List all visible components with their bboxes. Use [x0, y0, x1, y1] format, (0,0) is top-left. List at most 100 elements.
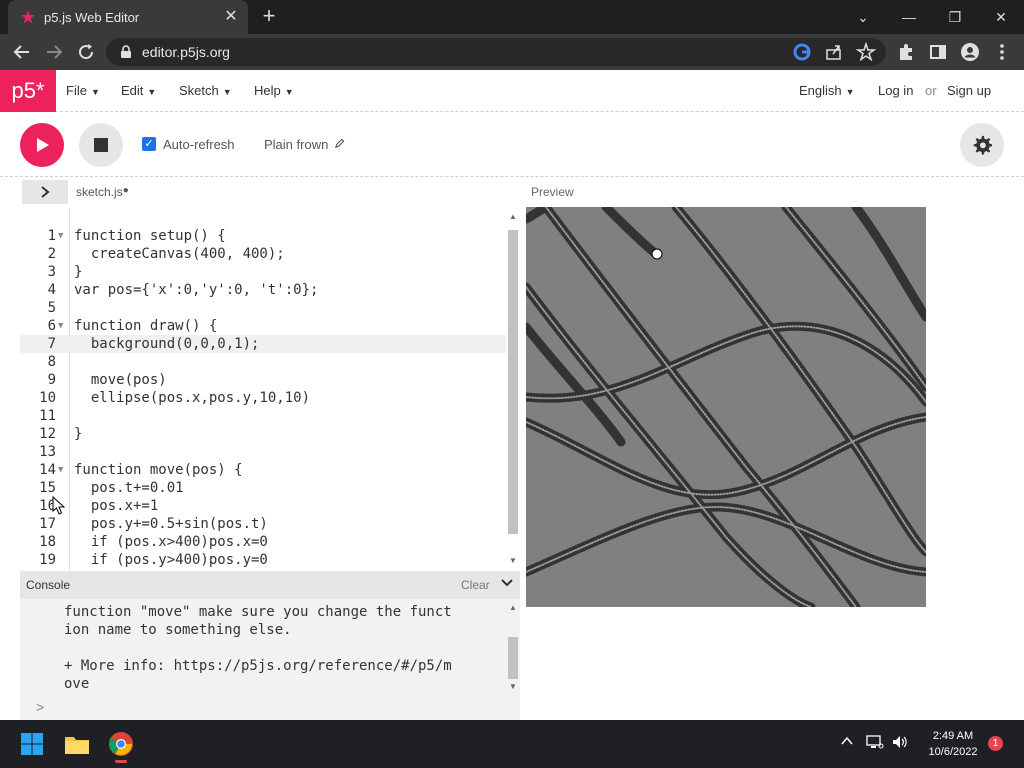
extensions-puzzle-icon[interactable]: [896, 42, 916, 62]
fold-arrow-icon[interactable]: ▼: [58, 227, 63, 245]
sketch-output-drawing: [526, 207, 926, 607]
code-editor[interactable]: 1 ▼ function setup() {2 createCanvas(400, …: [20, 208, 520, 570]
mouse-cursor-icon: [52, 496, 66, 515]
chevron-up-icon[interactable]: [838, 734, 856, 752]
code-line[interactable]: 15 pos.t+=0.01: [20, 479, 506, 497]
url-bar[interactable]: editor.p5js.org: [106, 38, 886, 66]
close-window-button[interactable]: ✕: [978, 0, 1024, 34]
chevron-down-icon: ▼: [284, 87, 294, 97]
volume-icon[interactable]: [891, 734, 909, 752]
chevron-down-icon: ▼: [90, 87, 100, 97]
stop-button[interactable]: [79, 123, 123, 167]
code-text: }: [74, 264, 83, 280]
language-select[interactable]: English ▼: [799, 83, 855, 98]
fold-arrow-icon[interactable]: ▼: [58, 461, 63, 479]
console-input[interactable]: >: [20, 696, 520, 720]
login-link[interactable]: Log in: [878, 83, 913, 98]
p5-favicon-icon: [21, 10, 35, 24]
tab-close-icon[interactable]: ✕: [222, 8, 240, 26]
console-scroll-thumb[interactable]: [508, 637, 518, 679]
console-collapse-icon[interactable]: [500, 576, 514, 593]
sketch-toolbar: ✓ Auto-refresh Plain frown: [0, 113, 1024, 177]
notification-badge[interactable]: 1: [988, 736, 1003, 751]
code-line[interactable]: 11: [20, 407, 506, 425]
scroll-up-icon[interactable]: ▲: [508, 603, 518, 612]
line-number: 15: [39, 480, 56, 496]
editor-scroll-thumb[interactable]: [508, 230, 518, 534]
code-line[interactable]: 1 ▼ function setup() {: [20, 227, 506, 245]
bookmark-star-icon[interactable]: [855, 41, 877, 62]
system-clock[interactable]: 2:49 AM 10/6/2022: [918, 728, 988, 760]
clock-time: 2:49 AM: [932, 730, 974, 742]
new-tab-button[interactable]: +: [258, 5, 280, 28]
code-line[interactable]: 9 move(pos): [20, 371, 506, 389]
or-text: or: [925, 83, 937, 98]
code-line[interactable]: 4 var pos={'x':0,'y':0, 't':0};: [20, 281, 506, 299]
code-line[interactable]: 13: [20, 443, 506, 461]
sketch-name[interactable]: Plain frown: [264, 137, 345, 152]
gear-icon: [973, 135, 993, 155]
tab-search-icon[interactable]: ⌄: [840, 0, 886, 34]
line-number: 1: [47, 228, 56, 244]
reload-icon[interactable]: [74, 40, 98, 64]
console-scrollbar[interactable]: ▲ ▼: [506, 599, 520, 696]
sidebar-toggle-button[interactable]: [22, 180, 68, 204]
code-text: pos.t+=0.01: [74, 480, 184, 496]
line-number: 19: [39, 552, 56, 568]
play-button[interactable]: [20, 123, 64, 167]
menu-sketch[interactable]: Sketch ▼: [179, 83, 232, 98]
scroll-down-icon[interactable]: ▼: [508, 682, 518, 691]
share-icon[interactable]: [824, 42, 844, 62]
lock-icon: [121, 45, 131, 58]
chrome-icon[interactable]: [108, 731, 134, 763]
code-line[interactable]: 2 createCanvas(400, 400);: [20, 245, 506, 263]
code-line[interactable]: 16 pos.x+=1: [20, 497, 506, 515]
windows-start-icon[interactable]: [20, 732, 44, 756]
menu-edit[interactable]: Edit ▼: [121, 83, 156, 98]
browser-menu-icon[interactable]: [992, 42, 1012, 62]
scroll-down-icon[interactable]: ▼: [508, 556, 518, 565]
code-line[interactable]: 17 pos.y+=0.5+sin(pos.t): [20, 515, 506, 533]
preview-canvas[interactable]: [526, 207, 926, 607]
back-arrow-icon[interactable]: [10, 40, 34, 64]
windows-taskbar: 2:49 AM 10/6/2022: [0, 720, 1024, 768]
forward-arrow-icon[interactable]: [42, 40, 66, 64]
file-tab-sketch-js[interactable]: sketch.js●: [76, 185, 129, 199]
code-line[interactable]: 7 background(0,0,0,1);: [20, 335, 506, 353]
unsaved-dot: ●: [122, 185, 129, 196]
line-number: 3: [47, 264, 56, 280]
code-line[interactable]: 10 ellipse(pos.x,pos.y,10,10): [20, 389, 506, 407]
network-icon[interactable]: [866, 734, 884, 752]
menu-file[interactable]: File ▼: [66, 83, 100, 98]
minimize-button[interactable]: —: [886, 0, 932, 34]
scroll-up-icon[interactable]: ▲: [508, 212, 518, 221]
restore-button[interactable]: ❐: [932, 0, 978, 34]
file-explorer-icon[interactable]: [64, 732, 90, 756]
menu-help[interactable]: Help ▼: [254, 83, 294, 98]
line-number: 10: [39, 390, 56, 406]
code-line[interactable]: 14 ▼ function move(pos) {: [20, 461, 506, 479]
auto-refresh-label: Auto-refresh: [163, 137, 235, 152]
profile-avatar-icon[interactable]: [960, 42, 980, 62]
code-text: function move(pos) {: [74, 462, 243, 478]
code-line[interactable]: 5: [20, 299, 506, 317]
settings-button[interactable]: [960, 123, 1004, 167]
code-line[interactable]: 3}: [20, 263, 506, 281]
code-line[interactable]: 19 if (pos.y>400)pos.y=0: [20, 551, 506, 569]
side-panel-icon[interactable]: [928, 42, 948, 62]
fold-arrow-icon[interactable]: ▼: [58, 317, 63, 335]
auto-refresh-checkbox[interactable]: ✓: [142, 137, 156, 151]
browser-tab[interactable]: p5.js Web Editor ✕: [8, 0, 248, 34]
line-number: 14: [39, 462, 56, 478]
code-line[interactable]: 18 if (pos.x>400)pos.x=0: [20, 533, 506, 551]
line-number: 16: [39, 498, 56, 514]
google-icon[interactable]: [792, 42, 812, 62]
code-line[interactable]: 6 ▼ function draw() {: [20, 317, 506, 335]
code-line[interactable]: 8: [20, 353, 506, 371]
code-line[interactable]: 12}: [20, 425, 506, 443]
signup-link[interactable]: Sign up: [947, 83, 991, 98]
editor-scrollbar[interactable]: ▲ ▼: [506, 208, 520, 570]
console-clear-button[interactable]: Clear: [461, 578, 490, 592]
code-text: function draw() {: [74, 318, 218, 334]
p5-logo[interactable]: p5*: [0, 70, 56, 112]
